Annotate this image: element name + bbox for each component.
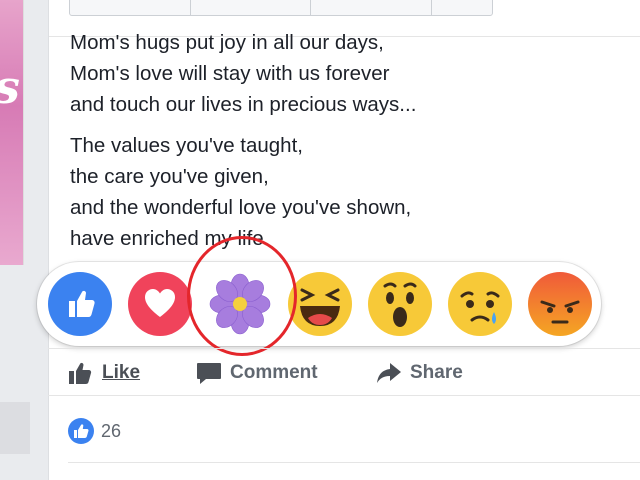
love-reaction-icon[interactable] <box>128 272 192 336</box>
like-reaction-icon[interactable] <box>48 272 112 336</box>
wow-reaction-icon[interactable] <box>368 272 432 336</box>
stanza: The values you've taught, the care you'v… <box>70 130 630 254</box>
stanza: Mom's hugs put joy in all our days, Mom'… <box>70 27 630 120</box>
highlight-circle-annotation <box>187 236 297 356</box>
angry-reaction-icon[interactable] <box>528 272 592 336</box>
post-actions-bar: Like Comment Share <box>48 348 640 396</box>
comment-bubble-icon <box>197 363 221 384</box>
left-gray-block <box>0 402 30 454</box>
poem-line: Mom's love will stay with us forever <box>70 62 390 85</box>
cover-lettering: s <box>0 60 20 114</box>
toolbar-segment[interactable] <box>311 0 433 15</box>
post-card: Mom's hugs put joy in all our days, Mom'… <box>48 0 640 480</box>
divider <box>68 462 640 463</box>
share-button[interactable]: Share <box>376 361 463 385</box>
toolbar-segment[interactable] <box>432 0 492 15</box>
like-label: Like <box>102 362 141 383</box>
toolbar-segment[interactable] <box>70 0 191 15</box>
comment-label: Comment <box>230 362 318 383</box>
haha-reaction-icon[interactable] <box>288 272 352 336</box>
thumbs-up-icon <box>69 362 92 384</box>
poem-line: Mom's hugs put joy in all our days, <box>70 31 384 54</box>
poem-line: The values you've taught, <box>70 134 303 157</box>
sad-reaction-icon[interactable] <box>448 272 512 336</box>
like-count: 26 <box>101 420 122 441</box>
comment-button[interactable]: Comment <box>196 361 318 385</box>
poem-line: have enriched my life <box>70 227 264 250</box>
like-count-icon <box>68 418 94 444</box>
poem-line: and the wonderful love you've shown, <box>70 196 412 219</box>
post-text: Mom's hugs put joy in all our days, Mom'… <box>70 27 630 264</box>
like-button[interactable]: Like <box>68 361 140 385</box>
top-toolbar <box>69 0 493 16</box>
poem-line: and touch our lives in precious ways... <box>70 93 417 116</box>
share-arrow-icon <box>377 363 401 383</box>
toolbar-segment[interactable] <box>191 0 312 15</box>
reactions-count[interactable]: 26 <box>68 418 121 444</box>
left-cover-image[interactable]: s <box>0 0 24 265</box>
poem-line: the care you've given, <box>70 165 269 188</box>
share-label: Share <box>410 362 463 383</box>
